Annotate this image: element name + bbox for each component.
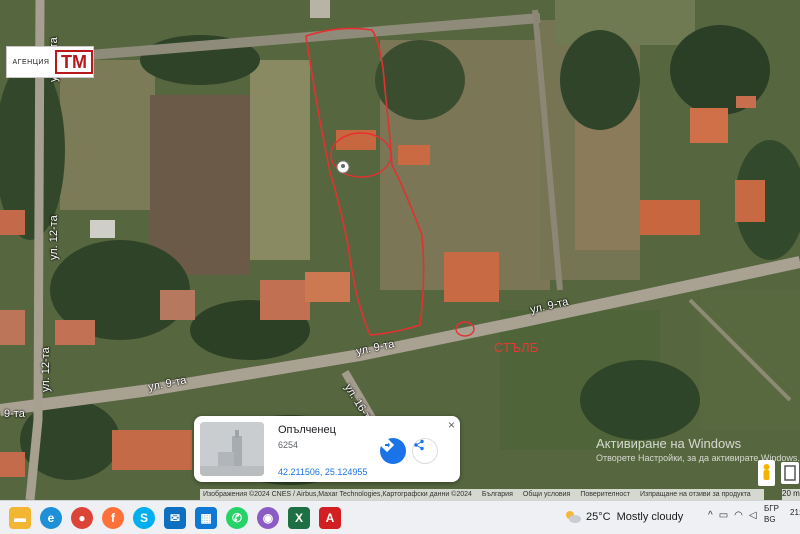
- place-title: Опълченец: [278, 424, 336, 436]
- photos-icon[interactable]: ◉: [257, 506, 279, 529]
- privacy-link[interactable]: Поверителност: [580, 491, 630, 498]
- share-icon: [414, 439, 424, 451]
- country-link[interactable]: България: [482, 491, 513, 498]
- directions-button[interactable]: [380, 438, 406, 464]
- whatsapp-icon[interactable]: ✆: [226, 506, 248, 529]
- feedback-link[interactable]: Изпращане на отзиви за продукта: [640, 491, 751, 498]
- map-scale[interactable]: 20 m: [782, 489, 800, 500]
- chrome-icon[interactable]: ●: [71, 506, 93, 529]
- agency-logo: АГЕНЦИЯ ТМ: [6, 46, 94, 78]
- road-label-9th-left: 9-та: [4, 408, 25, 420]
- wifi-icon[interactable]: ◠: [734, 510, 743, 521]
- system-tray-icons[interactable]: ^ ▭ ◠ ◁: [708, 510, 757, 521]
- excel-icon[interactable]: X: [288, 506, 310, 529]
- map-controls[interactable]: [781, 462, 799, 484]
- place-coordinates[interactable]: 42.211506, 25.124955: [278, 467, 367, 477]
- directions-icon: [380, 438, 394, 452]
- logo-mark: ТМ: [55, 50, 93, 74]
- acrobat-icon[interactable]: A: [319, 506, 341, 529]
- cloudy-weather-icon: [566, 510, 581, 523]
- edge-icon[interactable]: e: [40, 506, 62, 529]
- place-photo[interactable]: [200, 422, 264, 476]
- language-indicator[interactable]: БГР BG: [764, 503, 779, 525]
- weather-widget[interactable]: 25°C Mostly cloudy: [564, 500, 683, 533]
- imagery-credit: Изображения ©2024 CNES / Airbus,Maxar Te…: [203, 491, 472, 498]
- road-label-12th: ул. 12-та: [48, 215, 60, 260]
- annotation-pole-label: СТЪЛБ: [494, 340, 539, 355]
- road-label-12th-bottom: ул. 12-та: [40, 347, 52, 392]
- volume-icon[interactable]: ◁: [749, 510, 757, 521]
- mail-icon[interactable]: ✉: [164, 506, 186, 529]
- outlook-icon[interactable]: ▦: [195, 506, 217, 529]
- logo-agency-text: АГЕНЦИЯ: [12, 58, 50, 66]
- weather-condition: Mostly cloudy: [616, 510, 684, 523]
- map-attribution-bar: Изображения ©2024 CNES / Airbus,Maxar Te…: [200, 489, 764, 500]
- skype-icon[interactable]: S: [133, 506, 155, 529]
- network-icon[interactable]: ▭: [719, 510, 728, 521]
- weather-temperature: 25°C: [586, 510, 611, 523]
- close-icon[interactable]: ×: [448, 418, 455, 432]
- place-card[interactable]: Опълченец 6254 42.211506, 25.124955 ×: [194, 416, 460, 482]
- terms-link[interactable]: Общи условия: [523, 491, 570, 498]
- pegman-control[interactable]: [758, 460, 775, 486]
- watermark-title: Активиране на Windows: [596, 436, 742, 451]
- file-explorer-icon[interactable]: ▬: [9, 506, 31, 529]
- satellite-map[interactable]: ул. 12-та ул. 12-та ул. 12-та ул. 9-та у…: [0, 0, 800, 500]
- windows-activation-watermark: Активиране на Windows Отворете Настройки…: [596, 436, 800, 463]
- language-code-latin: BG: [764, 515, 776, 524]
- place-postcode: 6254: [278, 440, 299, 450]
- taskbar-clock[interactable]: 21:: [790, 508, 800, 517]
- chevron-up-icon[interactable]: ^: [708, 510, 713, 521]
- language-code-bg: БГР: [764, 504, 779, 513]
- firefox-icon[interactable]: f: [102, 506, 124, 529]
- share-button[interactable]: [412, 438, 438, 464]
